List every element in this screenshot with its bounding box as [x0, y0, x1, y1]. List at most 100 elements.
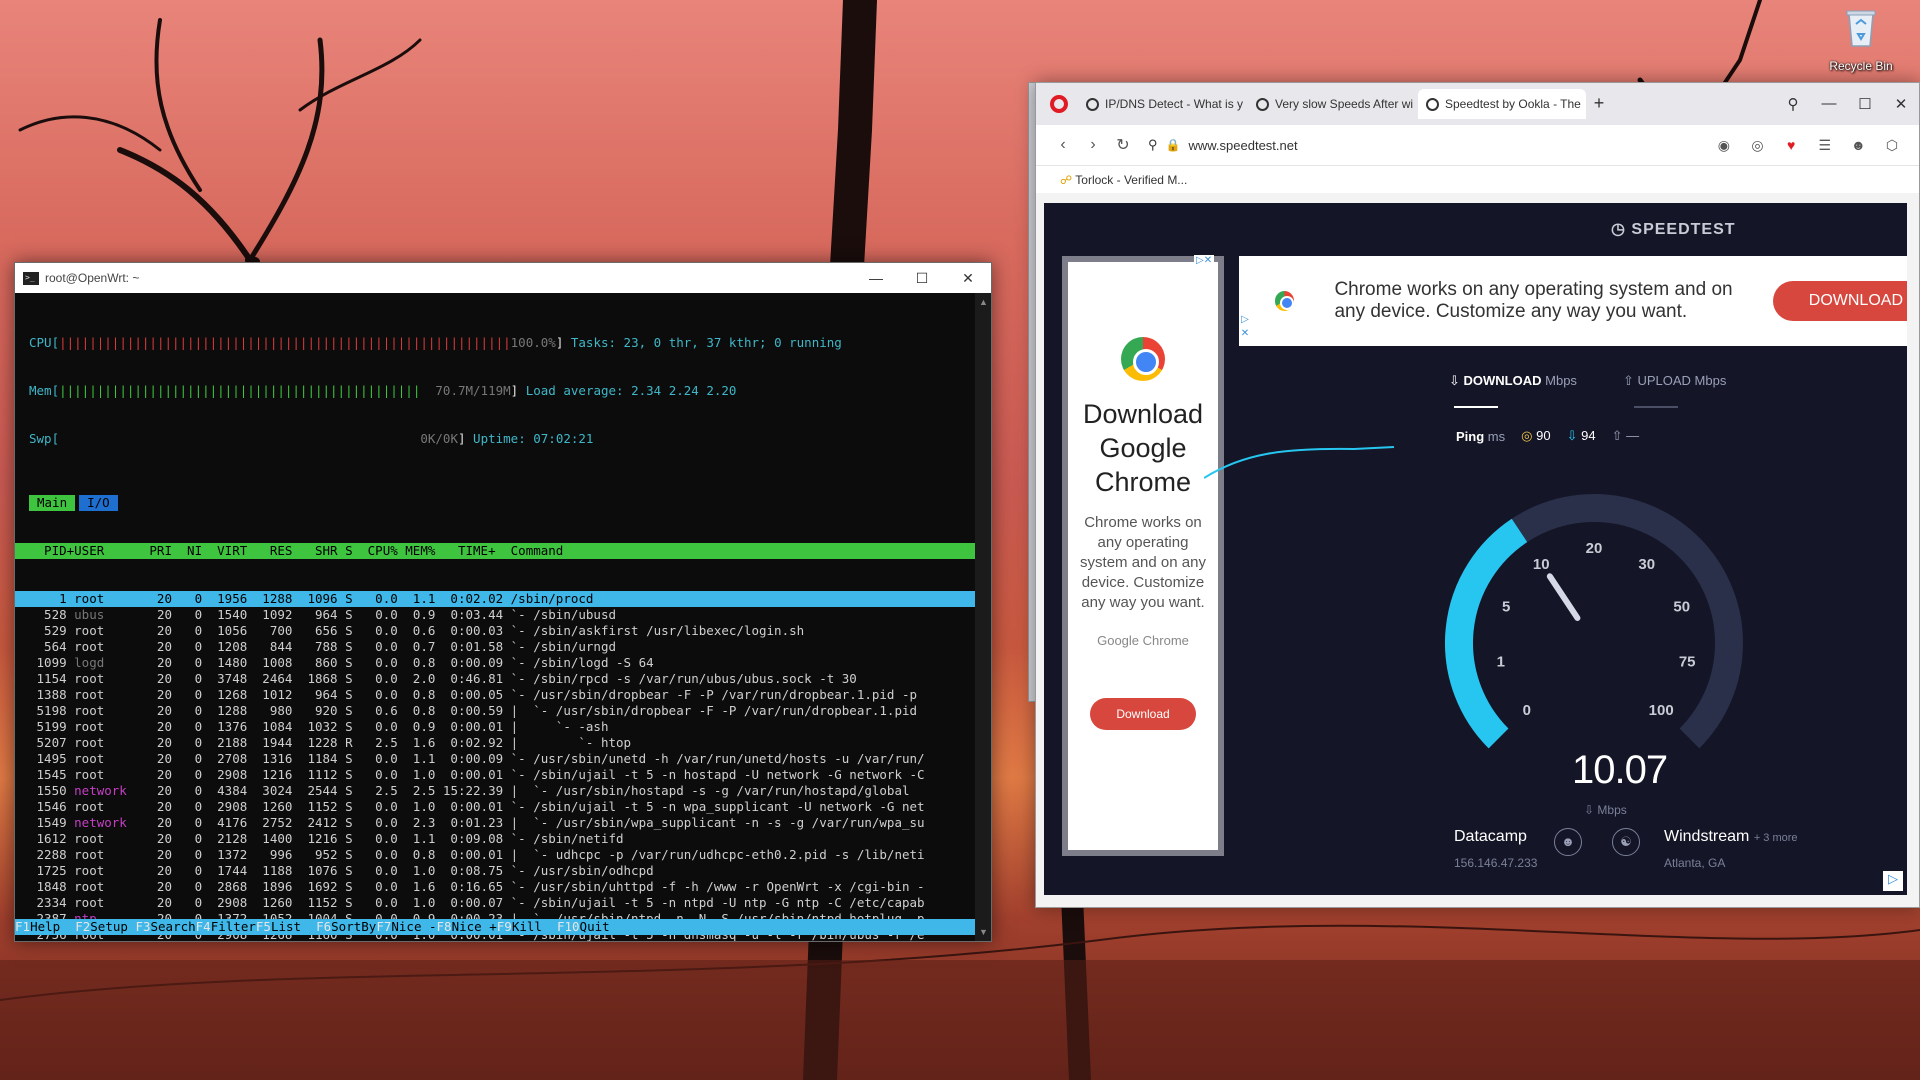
- gauge-tick-label: 10: [1533, 556, 1550, 573]
- process-row[interactable]: 1388 root 20 0 1268 1012 964 S 0.0 0.8 0…: [15, 687, 975, 703]
- top-ad-download-button[interactable]: DOWNLOAD: [1772, 281, 1907, 321]
- download-ping-value: ⇩ 94: [1566, 428, 1596, 443]
- download-underline: [1454, 406, 1498, 408]
- tab-ip-dns-detect[interactable]: IP/DNS Detect - What is y: [1078, 89, 1246, 119]
- fkey-f1[interactable]: F1: [15, 919, 30, 934]
- fkey-label[interactable]: Help: [30, 919, 76, 934]
- process-row[interactable]: 1099 logd 20 0 1480 1008 860 S 0.0 0.8 0…: [15, 655, 975, 671]
- process-row[interactable]: 1545 root 20 0 2908 1216 1112 S 0.0 1.0 …: [15, 767, 975, 783]
- maximize-button[interactable]: ☐: [1847, 95, 1883, 113]
- forward-icon[interactable]: ›: [1078, 136, 1108, 154]
- ad-info-icon[interactable]: ▷ ✕: [1239, 313, 1251, 341]
- fkey-f8[interactable]: F8: [437, 919, 452, 934]
- tab-main[interactable]: Main: [29, 495, 76, 511]
- menu-icon[interactable]: ☰: [1810, 137, 1840, 154]
- lock-icon: 🔒: [1165, 138, 1181, 152]
- browser-window[interactable]: IP/DNS Detect - What is y Very slow Spee…: [1035, 82, 1920, 908]
- ad-choices-icon[interactable]: ▷: [1883, 871, 1903, 891]
- fkey-f9[interactable]: F9: [497, 919, 512, 934]
- fkey-f5[interactable]: F5: [256, 919, 271, 934]
- fkey-f7[interactable]: F7: [376, 919, 391, 934]
- recycle-bin-icon: [1846, 10, 1876, 47]
- fkey-label[interactable]: Nice -: [391, 919, 437, 934]
- process-row[interactable]: 5199 root 20 0 1376 1084 1032 S 0.0 0.9 …: [15, 719, 975, 735]
- fkey-label[interactable]: Search: [150, 919, 196, 934]
- minimize-button[interactable]: —: [1811, 95, 1847, 113]
- fkey-label[interactable]: Quit: [579, 919, 625, 934]
- upload-icon: ⇧: [1611, 428, 1623, 443]
- fkey-f3[interactable]: F3: [135, 919, 150, 934]
- server-info[interactable]: Windstream + 3 more Atlanta, GA: [1664, 828, 1798, 870]
- fkey-f4[interactable]: F4: [196, 919, 211, 934]
- gauge-tick-label: 0: [1523, 702, 1531, 719]
- speed-unit: ⇩ Mbps: [1584, 803, 1627, 817]
- process-row[interactable]: 1848 root 20 0 2868 1896 1692 S 0.0 1.6 …: [15, 879, 975, 895]
- process-list[interactable]: 1 root 20 0 1956 1288 1096 S 0.0 1.1 0:0…: [15, 591, 975, 941]
- process-row[interactable]: 1550 network 20 0 4384 3024 2544 S 2.5 2…: [15, 783, 975, 799]
- ad-choices-icon[interactable]: ▷✕: [1194, 255, 1215, 266]
- fkey-label[interactable]: Setup: [90, 919, 136, 934]
- minimize-button[interactable]: —: [853, 263, 899, 293]
- tab-speedtest[interactable]: Speedtest by Ookla - The: [1418, 89, 1586, 119]
- top-ad-banner[interactable]: Chrome works on any operating system and…: [1239, 256, 1907, 346]
- process-row[interactable]: 1154 root 20 0 3748 2464 1868 S 0.0 2.0 …: [15, 671, 975, 687]
- process-row[interactable]: 1549 network 20 0 4176 2752 2412 S 0.0 2…: [15, 815, 975, 831]
- reload-icon[interactable]: ↻: [1108, 135, 1138, 155]
- recycle-bin-desktop-icon[interactable]: Recycle Bin: [1818, 6, 1904, 73]
- fkey-f6[interactable]: F6: [316, 919, 331, 934]
- process-row[interactable]: 1546 root 20 0 2908 1260 1152 S 0.0 1.0 …: [15, 799, 975, 815]
- fkey-label[interactable]: Nice +: [451, 919, 497, 934]
- fkey-f2[interactable]: F2: [75, 919, 90, 934]
- search-tabs-icon[interactable]: ⚲: [1775, 95, 1811, 113]
- maximize-button[interactable]: ☐: [899, 263, 945, 293]
- terminal-scrollbar[interactable]: ▲ ▼: [975, 293, 991, 941]
- browser-tab-bar: IP/DNS Detect - What is y Very slow Spee…: [1036, 83, 1919, 125]
- back-icon[interactable]: ‹: [1048, 136, 1078, 154]
- htop-screen[interactable]: CPU[||||||||||||||||||||||||||||||||||||…: [15, 293, 975, 941]
- process-table-header[interactable]: PID+USER PRI NI VIRT RES SHR S CPU% MEM%…: [15, 543, 975, 559]
- process-row[interactable]: 2288 root 20 0 1372 996 952 S 0.0 0.8 0:…: [15, 847, 975, 863]
- terminal-titlebar[interactable]: root@OpenWrt: ~ — ☐ ✕: [15, 263, 991, 293]
- profile-icon[interactable]: ☻: [1843, 137, 1873, 153]
- process-row[interactable]: 564 root 20 0 1208 844 788 S 0.0 0.7 0:0…: [15, 639, 975, 655]
- process-row[interactable]: 529 root 20 0 1056 700 656 S 0.0 0.6 0:0…: [15, 623, 975, 639]
- speedtest-logo[interactable]: ◷ SPEEDTEST: [1611, 219, 1736, 239]
- close-button[interactable]: ✕: [1883, 95, 1919, 113]
- process-row[interactable]: 528 ubus 20 0 1540 1092 964 S 0.0 0.9 0:…: [15, 607, 975, 623]
- process-row[interactable]: 1612 root 20 0 2128 1400 1216 S 0.0 1.1 …: [15, 831, 975, 847]
- process-row[interactable]: 5198 root 20 0 1288 980 920 S 0.6 0.8 0:…: [15, 703, 975, 719]
- new-tab-button[interactable]: +: [1588, 93, 1610, 115]
- adblock-icon[interactable]: ◎: [1743, 137, 1773, 154]
- url-field[interactable]: ⚲ 🔒 www.speedtest.net: [1148, 137, 1709, 153]
- upload-tab[interactable]: ⇧ UPLOAD Mbps: [1623, 373, 1726, 389]
- fkey-f10[interactable]: F10: [557, 919, 580, 934]
- close-button[interactable]: ✕: [945, 263, 991, 293]
- fkey-label[interactable]: Kill: [511, 919, 557, 934]
- tab-very-slow-speeds[interactable]: Very slow Speeds After wi: [1248, 89, 1416, 119]
- side-ad-banner[interactable]: ▷✕ Download Google Chrome Chrome works o…: [1062, 255, 1224, 856]
- fkey-label[interactable]: Filter: [210, 919, 256, 934]
- tab-io[interactable]: I/O: [79, 495, 118, 511]
- globe-icon[interactable]: ☯: [1612, 828, 1640, 856]
- ad-download-button[interactable]: Download: [1090, 698, 1196, 730]
- opera-logo-icon[interactable]: [1050, 95, 1068, 113]
- fkey-label[interactable]: List: [270, 919, 317, 934]
- download-tab[interactable]: ⇩ DOWNLOAD Mbps: [1449, 373, 1577, 389]
- process-row[interactable]: 5207 root 20 0 2188 1944 1228 R 2.5 1.6 …: [15, 735, 975, 751]
- terminal-window[interactable]: root@OpenWrt: ~ — ☐ ✕ CPU[||||||||||||||…: [14, 262, 992, 942]
- process-row[interactable]: 2334 root 20 0 2908 1260 1152 S 0.0 1.0 …: [15, 895, 975, 911]
- extensions-icon[interactable]: ⬡: [1877, 137, 1907, 154]
- browser-horizontal-scrollbar[interactable]: [1044, 895, 1907, 907]
- browser-vertical-scrollbar[interactable]: [1907, 203, 1919, 895]
- process-row[interactable]: 1725 root 20 0 1744 1188 1076 S 0.0 1.0 …: [15, 863, 975, 879]
- speed-graph-line: [1204, 446, 1395, 479]
- bookmark-torlock[interactable]: ☍ Torlock - Verified M...: [1060, 173, 1187, 187]
- heart-icon[interactable]: ♥: [1776, 137, 1806, 153]
- process-row[interactable]: 1495 root 20 0 2708 1316 1184 S 0.0 1.1 …: [15, 751, 975, 767]
- process-row[interactable]: 1 root 20 0 1956 1288 1096 S 0.0 1.1 0:0…: [15, 591, 975, 607]
- camera-icon[interactable]: ◉: [1709, 137, 1739, 154]
- fkey-label[interactable]: SortBy: [331, 919, 377, 934]
- upload-underline: [1634, 406, 1678, 408]
- ad-title: Download Google Chrome: [1082, 399, 1204, 497]
- speedtest-favicon-icon: [1426, 97, 1439, 111]
